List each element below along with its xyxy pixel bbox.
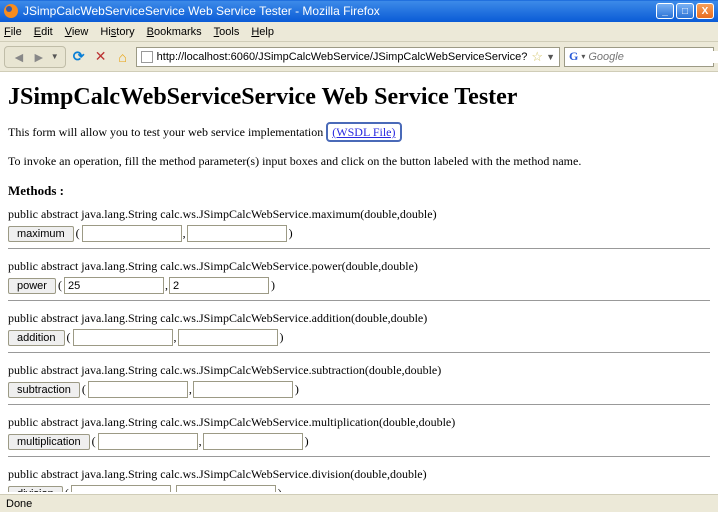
close-paren: ) xyxy=(271,278,275,293)
method-power: public abstract java.lang.String calc.ws… xyxy=(8,259,710,294)
menu-edit[interactable]: Edit xyxy=(34,26,53,38)
open-paren: ( xyxy=(76,226,80,241)
back-button[interactable]: ◄ xyxy=(9,49,29,65)
division-param1[interactable] xyxy=(71,485,171,492)
window-title: JSimpCalcWebServiceService Web Service T… xyxy=(23,4,656,18)
comma: , xyxy=(165,278,168,293)
close-paren: ) xyxy=(305,434,309,449)
home-button[interactable]: ⌂ xyxy=(114,48,132,66)
wsdl-link[interactable]: (WSDL File) xyxy=(326,122,401,142)
maximize-button[interactable]: □ xyxy=(676,3,694,19)
multiplication-param2[interactable] xyxy=(203,433,303,450)
reload-button[interactable]: ⟳ xyxy=(70,48,88,66)
menu-bar: File Edit View History Bookmarks Tools H… xyxy=(0,22,718,42)
page-content: JSimpCalcWebServiceService Web Service T… xyxy=(0,72,718,492)
stop-button[interactable]: ✕ xyxy=(92,48,110,66)
close-button[interactable]: X xyxy=(696,3,714,19)
invoke-addition-button[interactable]: addition xyxy=(8,330,65,346)
multiplication-param1[interactable] xyxy=(98,433,198,450)
comma: , xyxy=(174,330,177,345)
invoke-division-button[interactable]: division xyxy=(8,486,63,493)
method-addition: public abstract java.lang.String calc.ws… xyxy=(8,311,710,346)
methods-heading: Methods : xyxy=(8,183,710,199)
minimize-button[interactable]: _ xyxy=(656,3,674,19)
url-input[interactable] xyxy=(157,51,528,63)
status-text: Done xyxy=(6,498,32,510)
nav-history-dropdown[interactable]: ▼ xyxy=(49,52,61,61)
addition-param2[interactable] xyxy=(178,329,278,346)
page-icon xyxy=(141,51,153,63)
menu-tools[interactable]: Tools xyxy=(214,26,240,38)
close-paren: ) xyxy=(289,226,293,241)
signature-division: public abstract java.lang.String calc.ws… xyxy=(8,467,710,482)
division-param2[interactable] xyxy=(176,485,276,492)
open-paren: ( xyxy=(92,434,96,449)
menu-help[interactable]: Help xyxy=(251,26,274,38)
search-engine-dropdown[interactable]: ▾ xyxy=(581,52,585,61)
close-paren: ) xyxy=(278,486,282,492)
bookmark-star-icon[interactable]: ☆ xyxy=(531,49,543,65)
divider xyxy=(8,300,710,301)
toolbar: ◄ ► ▼ ⟳ ✕ ⌂ ☆ ▼ G ▾ 🔍 xyxy=(0,42,718,72)
invoke-maximum-button[interactable]: maximum xyxy=(8,226,74,242)
signature-power: public abstract java.lang.String calc.ws… xyxy=(8,259,710,274)
subtraction-param2[interactable] xyxy=(193,381,293,398)
menu-view[interactable]: View xyxy=(65,26,89,38)
invoke-multiplication-button[interactable]: multiplication xyxy=(8,434,90,450)
close-paren: ) xyxy=(295,382,299,397)
divider xyxy=(8,404,710,405)
open-paren: ( xyxy=(67,330,71,345)
instructions: To invoke an operation, fill the method … xyxy=(8,154,710,169)
open-paren: ( xyxy=(82,382,86,397)
invoke-subtraction-button[interactable]: subtraction xyxy=(8,382,80,398)
firefox-icon xyxy=(4,4,18,18)
status-bar: Done xyxy=(0,494,718,512)
signature-maximum: public abstract java.lang.String calc.ws… xyxy=(8,207,710,222)
comma: , xyxy=(183,226,186,241)
method-division: public abstract java.lang.String calc.ws… xyxy=(8,467,710,492)
address-bar[interactable]: ☆ ▼ xyxy=(136,47,560,67)
subtraction-param1[interactable] xyxy=(88,381,188,398)
comma: , xyxy=(172,486,175,492)
nav-buttons: ◄ ► ▼ xyxy=(4,46,66,68)
power-param1[interactable] xyxy=(64,277,164,294)
menu-history[interactable]: History xyxy=(100,26,134,38)
menu-file[interactable]: File xyxy=(4,26,22,38)
signature-subtraction: public abstract java.lang.String calc.ws… xyxy=(8,363,710,378)
maximum-param1[interactable] xyxy=(82,225,182,242)
maximum-param2[interactable] xyxy=(187,225,287,242)
method-subtraction: public abstract java.lang.String calc.ws… xyxy=(8,363,710,398)
signature-multiplication: public abstract java.lang.String calc.ws… xyxy=(8,415,710,430)
close-paren: ) xyxy=(280,330,284,345)
intro-text: This form will allow you to test your we… xyxy=(8,125,710,140)
window-titlebar: JSimpCalcWebServiceService Web Service T… xyxy=(0,0,718,22)
divider xyxy=(8,456,710,457)
invoke-power-button[interactable]: power xyxy=(8,278,56,294)
search-input[interactable] xyxy=(588,51,718,63)
method-multiplication: public abstract java.lang.String calc.ws… xyxy=(8,415,710,450)
comma: , xyxy=(189,382,192,397)
open-paren: ( xyxy=(58,278,62,293)
page-title: JSimpCalcWebServiceService Web Service T… xyxy=(8,84,710,111)
forward-button[interactable]: ► xyxy=(29,49,49,65)
addition-param1[interactable] xyxy=(73,329,173,346)
url-dropdown[interactable]: ▼ xyxy=(546,52,555,62)
method-maximum: public abstract java.lang.String calc.ws… xyxy=(8,207,710,242)
power-param2[interactable] xyxy=(169,277,269,294)
comma: , xyxy=(199,434,202,449)
open-paren: ( xyxy=(65,486,69,492)
google-icon: G xyxy=(569,49,578,64)
intro-pre: This form will allow you to test your we… xyxy=(8,125,326,139)
signature-addition: public abstract java.lang.String calc.ws… xyxy=(8,311,710,326)
menu-bookmarks[interactable]: Bookmarks xyxy=(147,26,202,38)
divider xyxy=(8,352,710,353)
divider xyxy=(8,248,710,249)
search-bar[interactable]: G ▾ 🔍 xyxy=(564,47,714,67)
